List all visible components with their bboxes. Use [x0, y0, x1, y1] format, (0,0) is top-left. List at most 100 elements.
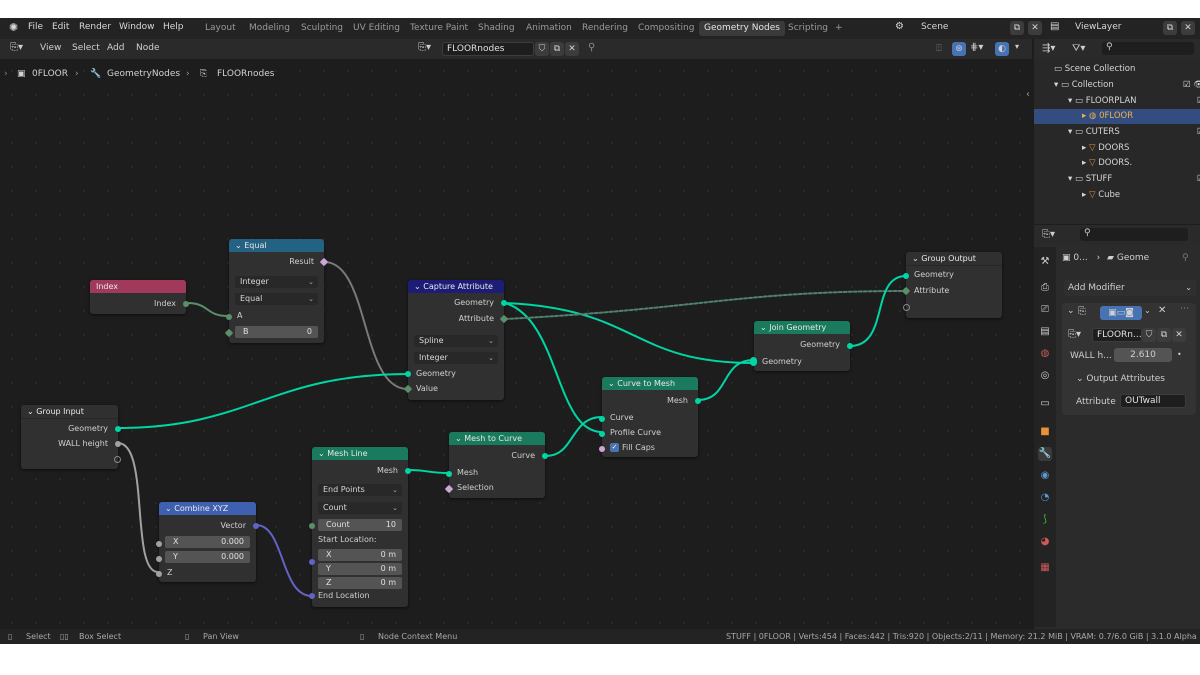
input-socket[interactable] [446, 471, 452, 477]
node-group-input[interactable]: ⌄ Group Input Geometry WALL height [21, 405, 121, 469]
duplicate-icon[interactable]: ⧉ [550, 42, 564, 56]
constraints-icon[interactable]: ⟆ [1038, 513, 1052, 527]
collapse-chevron-icon[interactable]: ⌄ [760, 323, 769, 332]
input-socket[interactable] [599, 431, 605, 437]
input-socket[interactable] [156, 571, 162, 577]
input-socket[interactable] [156, 541, 162, 547]
domain-dropdown[interactable]: Spline ⌄ [414, 335, 498, 347]
input-socket[interactable] [309, 593, 315, 599]
collapse-chevron-icon[interactable]: ⌄ [235, 241, 244, 250]
filter-icon[interactable]: ⛛▾ [1072, 43, 1085, 54]
modifier-wrench-icon[interactable]: 🔧 [1038, 447, 1052, 461]
modifier-visibility-toggles[interactable]: ▣▭◙ [1100, 306, 1142, 320]
world-icon[interactable]: ◎ [1038, 369, 1052, 383]
node-equal[interactable]: ⌄ Equal Result Integer ⌄ Equal ⌄ A B0 [224, 239, 329, 343]
new-view-layer-icon[interactable]: ⧉ [1163, 21, 1177, 35]
empty-input-socket[interactable] [903, 304, 910, 311]
input-socket[interactable] [405, 371, 411, 377]
node-join-geometry[interactable]: ⌄ Join Geometry Geometry Geometry [750, 321, 853, 371]
tab-rendering[interactable]: Rendering [577, 21, 633, 36]
pin-icon[interactable]: ⚲ [1182, 253, 1189, 263]
tool-icon[interactable]: ⚒ [1038, 255, 1052, 269]
scene-name[interactable]: Scene [921, 22, 948, 32]
node-group-name-field[interactable]: FLOORnodes [442, 42, 534, 56]
menu-edit[interactable]: Edit [52, 22, 69, 32]
output-socket[interactable] [405, 468, 411, 474]
collapse-chevron-icon[interactable]: ⌄ [608, 379, 617, 388]
fake-user-shield-icon[interactable]: ⛉ [535, 42, 549, 56]
view-layer-name[interactable]: ViewLayer [1075, 22, 1121, 32]
tab-geometry-nodes[interactable]: Geometry Nodes [699, 21, 785, 36]
outliner-row[interactable]: ▾ ▭ CUTERS☑ 👁 ◙ [1034, 125, 1200, 140]
tab-uv-editing[interactable]: UV Editing [348, 21, 405, 36]
material-icon[interactable]: ◕ [1038, 535, 1052, 549]
wall-height-field[interactable]: 2.610 [1114, 348, 1172, 362]
menu-window[interactable]: Window [119, 22, 155, 32]
start-x-field[interactable]: X0 m [318, 549, 402, 561]
collapse-chevron-icon[interactable]: ⌄ [455, 434, 464, 443]
compare-mode-dropdown[interactable]: Equal ⌄ [235, 293, 318, 305]
empty-output-socket[interactable] [114, 456, 121, 463]
add-modifier-button[interactable]: Add Modifier ⌄ [1064, 280, 1196, 296]
output-icon[interactable]: ⎚ [1038, 303, 1052, 317]
input-socket[interactable] [226, 314, 232, 320]
properties-search-input[interactable]: ⚲ [1080, 228, 1188, 241]
collapse-chevron-icon[interactable]: ⌄ [414, 282, 423, 291]
menu-help[interactable]: Help [163, 22, 184, 32]
node-group-browse-icon[interactable]: ⎘▾ [1068, 329, 1081, 340]
collection-icon[interactable]: ▭ [1038, 397, 1052, 411]
tab-compositing[interactable]: Compositing [633, 21, 699, 36]
attribute-name-field[interactable]: OUTwall [1120, 394, 1186, 408]
menu-render[interactable]: Render [79, 22, 111, 32]
tab-shading[interactable]: Shading [473, 21, 520, 36]
collapse-chevron-icon[interactable]: ⌄ [165, 504, 174, 513]
duplicate-icon[interactable]: ⧉ [1157, 328, 1171, 342]
output-socket[interactable] [501, 300, 507, 306]
outliner-row[interactable]: ▾ ▭ STUFF☑ 👁 ◙ [1034, 172, 1200, 187]
parent-icon[interactable]: ⍐ [932, 42, 946, 56]
node-canvas[interactable]: › ▣ 0FLOOR › 🔧 GeometryNodes › ⎘ FLOORno… [0, 59, 1032, 629]
collapse-chevron-icon[interactable]: ⌄ [318, 449, 327, 458]
input-socket[interactable] [156, 556, 162, 562]
outliner-row-selected[interactable]: ▸ ◍ 0FLOOR👁 ◙ [1034, 109, 1200, 124]
outliner-row[interactable]: ▸ ▽ Cube👁 ◙ [1034, 188, 1200, 203]
unlink-icon[interactable]: ✕ [565, 42, 579, 56]
scene-icon[interactable]: ◍ [1038, 347, 1052, 361]
output-socket[interactable] [183, 301, 189, 307]
input-socket[interactable] [309, 559, 315, 565]
tab-layout[interactable]: Layout [200, 21, 241, 36]
outliner-row[interactable]: ▾ ▭ FLOORPLAN☑ 👁 ◙ [1034, 94, 1200, 109]
node-group-output[interactable]: ⌄ Group Output Geometry Attribute [901, 252, 1002, 318]
overlay-icon[interactable]: ◐ [995, 42, 1009, 56]
node-index[interactable]: Index Index [90, 280, 189, 314]
editor-type-icon[interactable]: ⎘▾ [1042, 229, 1055, 240]
menu-add[interactable]: Add [107, 43, 124, 53]
snap-mode-icon[interactable]: ⋕▾ [970, 42, 983, 53]
object-icon[interactable]: ■ [1038, 425, 1052, 439]
output-socket[interactable] [847, 343, 853, 349]
menu-select[interactable]: Select [72, 43, 100, 53]
input-socket[interactable] [309, 523, 315, 529]
menu-node[interactable]: Node [136, 43, 160, 53]
node-group-field[interactable]: FLOORn... [1092, 328, 1142, 342]
dropdown-chevron-icon[interactable]: ⌄ [1144, 306, 1151, 315]
collapse-chevron-icon[interactable]: ⌄ [912, 254, 921, 263]
b-value-field[interactable]: B0 [235, 326, 318, 338]
physics-icon[interactable]: ◔ [1038, 491, 1052, 505]
particles-icon[interactable]: ◉ [1038, 469, 1052, 483]
output-socket[interactable] [695, 398, 701, 404]
editor-type-icon[interactable]: ⎘▾ [10, 42, 23, 53]
delete-scene-icon[interactable]: ✕ [1028, 21, 1042, 35]
render-icon[interactable]: ⎙ [1038, 281, 1052, 295]
output-socket[interactable] [542, 453, 548, 459]
outliner-scene-collection[interactable]: ▭ Scene Collection [1034, 62, 1200, 77]
add-workspace-button[interactable]: + [830, 21, 848, 36]
node-mesh-line[interactable]: ⌄ Mesh Line Mesh End Points ⌄ Count ⌄ Coun… [309, 447, 411, 607]
node-combine-xyz[interactable]: ⌄ Combine XYZ Vector X 0.000 Y 0.000 Z [156, 502, 259, 582]
data-type-dropdown[interactable]: Integer ⌄ [235, 276, 318, 288]
menu-view[interactable]: View [40, 43, 61, 53]
node-mesh-to-curve[interactable]: ⌄ Mesh to Curve Curve Mesh Selection [444, 432, 548, 498]
y-value-field[interactable]: Y 0.000 [165, 551, 250, 563]
output-attributes-subpanel[interactable]: ⌄ Output Attributes [1076, 374, 1165, 384]
visibility-icons[interactable]: ☑ 👁 ◙ [1183, 78, 1200, 93]
